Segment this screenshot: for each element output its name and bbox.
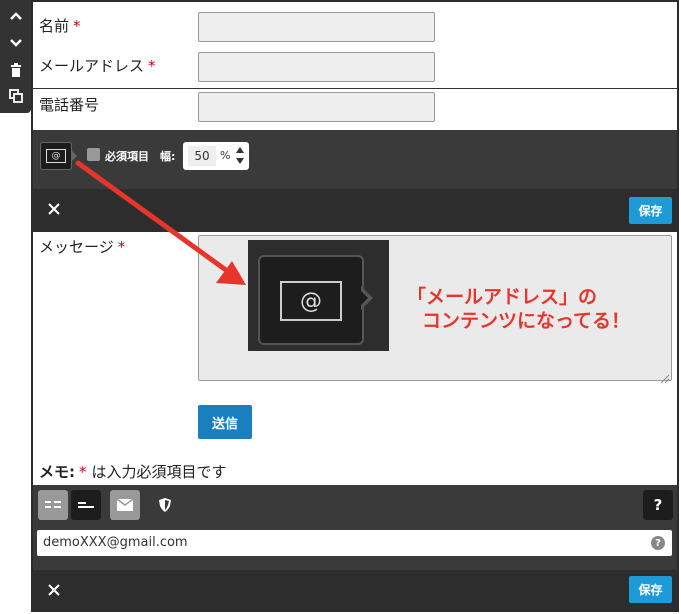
save-button[interactable]: 保存 — [629, 576, 672, 603]
phone-label: 電話番号 — [39, 96, 100, 114]
zoomed-field-type-icon: @ — [248, 240, 389, 351]
field-type-button[interactable]: @ — [40, 142, 72, 170]
close-icon[interactable] — [46, 582, 62, 602]
submit-button[interactable]: 送信 — [198, 405, 252, 439]
annotation-arrow — [75, 160, 246, 285]
email-label: メールアドレス * — [39, 57, 156, 75]
content-value-text: demoXXX@gmail.com — [43, 535, 188, 550]
block-side-toolbar — [0, 0, 31, 113]
layout-two-column-icon[interactable] — [38, 490, 68, 520]
content-value-input[interactable]: demoXXX@gmail.com ? — [37, 530, 672, 556]
email-type-icon: @ — [46, 149, 66, 163]
at-sign-icon: @ — [280, 281, 342, 321]
close-icon[interactable] — [46, 201, 62, 221]
duplicate-icon[interactable] — [0, 84, 31, 108]
name-label: 名前 * — [39, 17, 81, 35]
mail-icon[interactable] — [110, 490, 140, 520]
save-button[interactable]: 保存 — [629, 197, 672, 224]
name-input[interactable] — [198, 12, 435, 42]
move-up-icon[interactable] — [0, 4, 31, 28]
memo-text: メモ: * は入力必須項目です — [39, 463, 227, 481]
resize-handle-icon[interactable] — [660, 369, 670, 388]
layout-single-column-icon[interactable] — [71, 490, 101, 520]
shield-icon[interactable] — [150, 490, 180, 520]
email-input[interactable] — [198, 52, 435, 82]
help-button[interactable]: ? — [643, 490, 673, 520]
stepper-up-icon[interactable] — [236, 147, 244, 153]
move-down-icon[interactable] — [0, 31, 31, 55]
trash-icon[interactable] — [0, 58, 31, 82]
bottom-action-bar — [33, 570, 677, 610]
divider — [33, 88, 677, 89]
phone-input[interactable] — [198, 92, 435, 122]
annotation-text: 「メールアドレス」の コンテンツになってる！ — [407, 286, 631, 332]
help-circle-icon[interactable]: ? — [651, 536, 665, 550]
